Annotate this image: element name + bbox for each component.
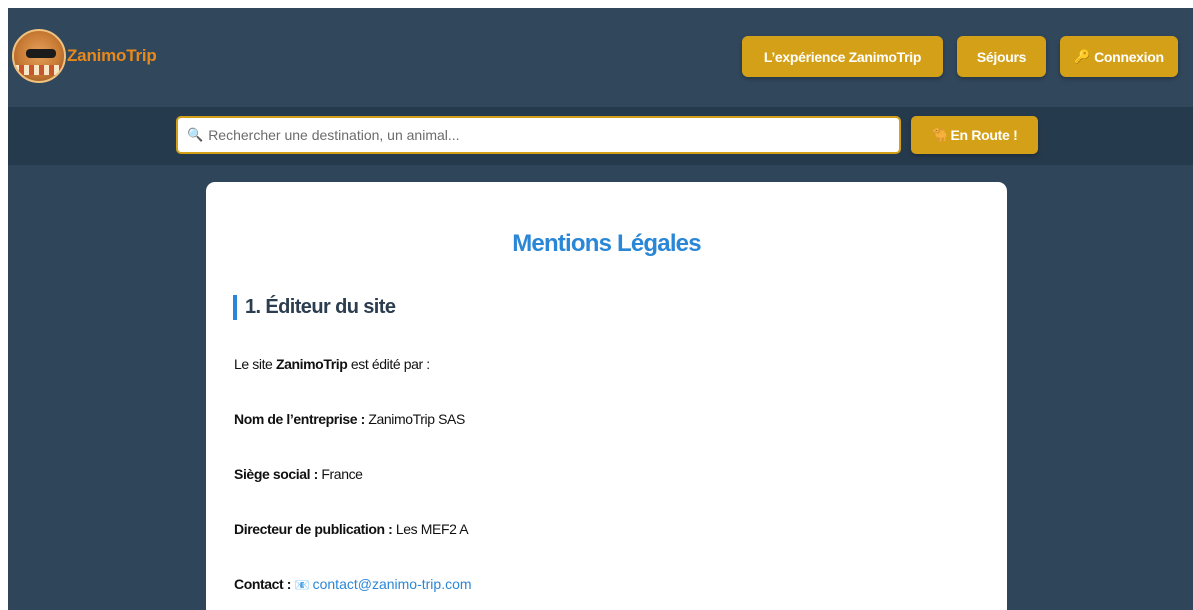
en-route-label: En Route ! [950,127,1018,143]
director-label: Directeur de publication : [234,521,393,537]
intro-brand: ZanimoTrip [275,356,348,372]
seat-value: France [321,466,363,482]
logo-link[interactable]: ZanimoTrip [12,28,157,84]
site-header: ZanimoTrip L’expérience ZanimoTrip Séjou… [8,8,1193,107]
content-card: Mentions Légales 1. Éditeur du site Le s… [206,182,1007,610]
experience-label: L’expérience ZanimoTrip [763,48,922,65]
section-heading: 1. Éditeur du site [233,295,396,320]
page-title: Mentions Légales [512,230,701,257]
intro-text: Le site ZanimoTrip est édité par : [234,356,430,372]
en-route-button[interactable]: 🐪 En Route ! [911,116,1038,154]
brand-name: ZanimoTrip [67,46,157,65]
seat-line: Siège social : France [234,466,363,482]
intro-suffix: est édité par : [347,356,430,372]
search-bar: 🔍 🐪 En Route ! [8,107,1193,165]
search-input[interactable] [208,120,899,150]
sejours-button[interactable]: Séjours [957,36,1046,77]
camel-logo-icon [12,29,66,83]
company-value: ZanimoTrip SAS [368,411,465,427]
key-icon: 🔑 [1074,48,1091,64]
search-icon: 🔍 [187,127,204,142]
page: ZanimoTrip L’expérience ZanimoTrip Séjou… [8,8,1193,610]
connexion-label: Connexion [1094,48,1164,65]
company-label: Nom de l’entreprise : [234,411,365,427]
company-line: Nom de l’entreprise : ZanimoTrip SAS [234,411,465,427]
connexion-button[interactable]: 🔑 Connexion [1060,36,1178,77]
mail-icon: 📧 [294,578,310,592]
director-value: Les MEF2 A [395,521,469,537]
director-line: Directeur de publication : Les MEF2 A [234,521,469,537]
camel-icon: 🐪 [931,127,948,142]
contact-email-link[interactable]: contact@zanimo-trip.com [313,576,472,592]
seat-label: Siège social : [234,466,318,482]
contact-line: Contact : 📧 contact@zanimo-trip.com [234,576,472,592]
search-field: 🔍 [176,116,901,154]
intro-prefix: Le site [234,356,276,372]
sejours-label: Séjours [976,48,1027,65]
contact-label: Contact : [234,576,292,592]
main-nav: L’expérience ZanimoTrip Séjours 🔑 Connex… [742,36,1178,77]
experience-button[interactable]: L’expérience ZanimoTrip [742,36,943,77]
